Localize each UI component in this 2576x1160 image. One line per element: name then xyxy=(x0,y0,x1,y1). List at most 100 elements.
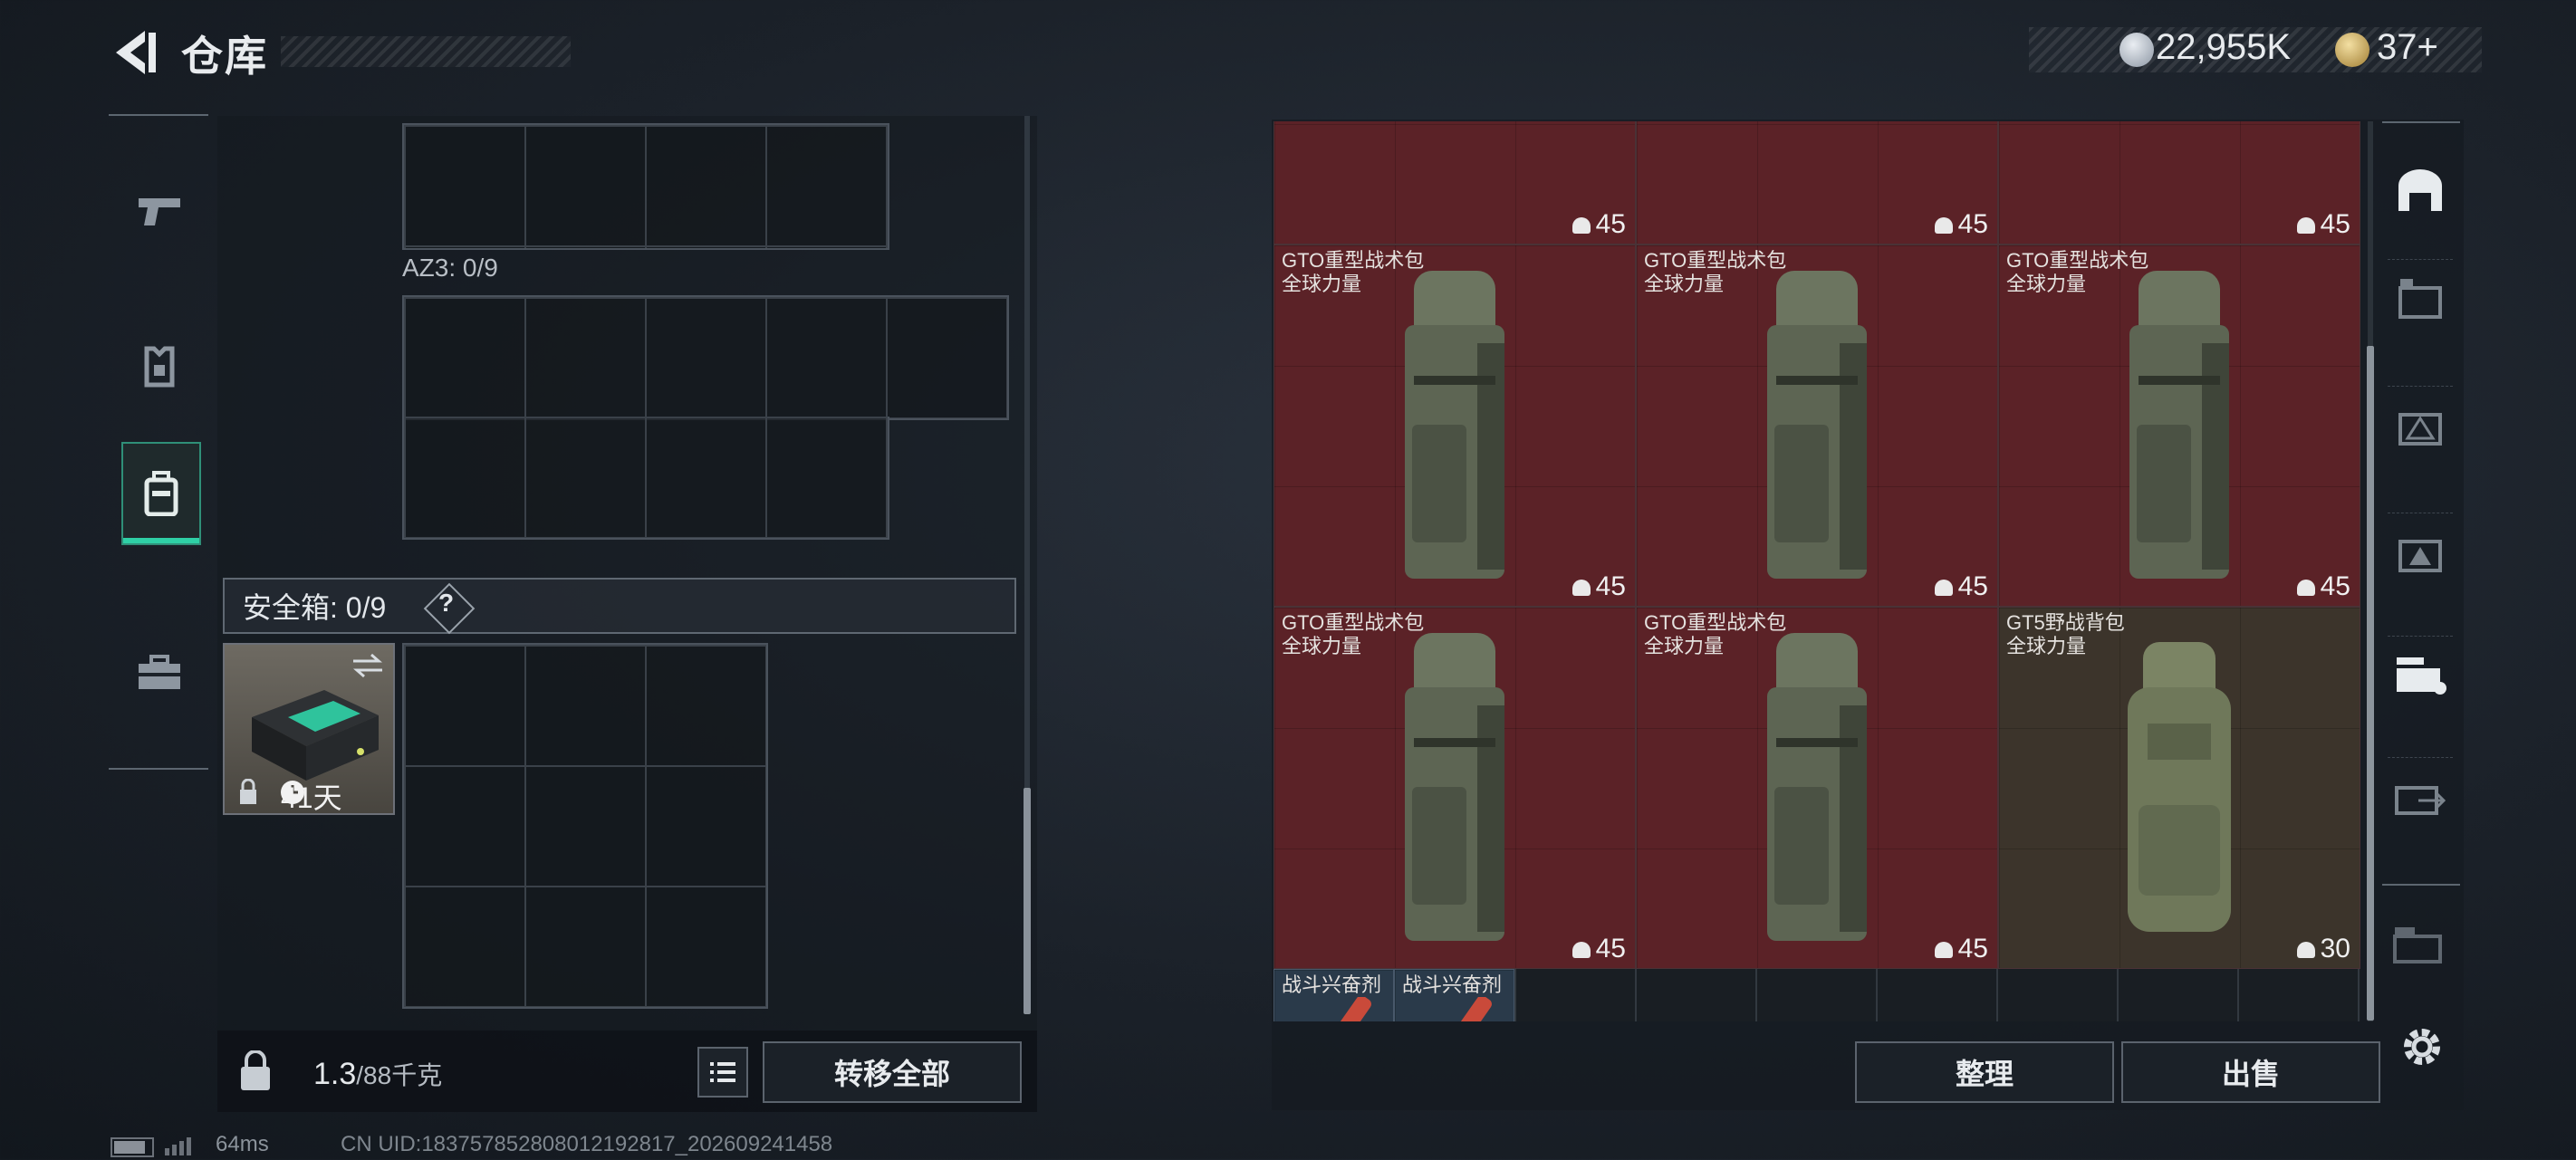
backpack-grid[interactable] xyxy=(402,123,889,250)
tab-storage-iv-2[interactable] xyxy=(2388,386,2453,463)
item-durability: 45 xyxy=(1934,571,1988,602)
tab-storage-locked[interactable] xyxy=(2388,920,2453,974)
item-name: GTO重型战术包 全球力量 xyxy=(1644,249,1787,295)
helmet-icon xyxy=(2296,217,2315,235)
stim-item[interactable]: 战斗兴奋剂 xyxy=(1274,969,1394,1021)
safe-box-label: 安全箱: 0/9 xyxy=(243,591,387,624)
tab-all[interactable] xyxy=(2388,152,2453,228)
item-name: GTO重型战术包 全球力量 xyxy=(2006,249,2149,295)
rail-weapons[interactable] xyxy=(121,161,197,261)
swap-icon xyxy=(353,653,382,678)
signal-icon xyxy=(163,1136,199,1155)
warehouse-item[interactable]: GTO重型战术包 全球力量 45 xyxy=(1636,244,1998,607)
title-decoration xyxy=(281,36,571,67)
helmet-icon xyxy=(1572,580,1591,597)
helmet-icon xyxy=(1572,217,1591,235)
currency-amount[interactable]: 22,955K xyxy=(2156,27,2291,68)
warehouse-item[interactable]: GT5野战背包 全球力量 30 xyxy=(1998,607,2360,969)
rail-armor[interactable] xyxy=(121,317,197,417)
warehouse-grid[interactable]: 45 45 45 GTO重型战术包 全球力量 45 GTO重型战术包 全球力量 45 xyxy=(1274,121,2360,1021)
az3-grid-top[interactable] xyxy=(402,295,1009,420)
field-backpack-icon xyxy=(2128,642,2231,932)
right-scroll-thumb[interactable] xyxy=(2367,346,2374,1021)
warehouse-item-partial[interactable]: 45 xyxy=(1274,121,1636,244)
helmet-icon xyxy=(1572,942,1591,959)
gear-icon xyxy=(2404,1029,2440,1065)
storage-arch-icon xyxy=(2398,169,2442,211)
item-name: 战斗兴奋剂 xyxy=(1402,973,1503,996)
storage-locked-icon xyxy=(2393,927,2442,963)
warehouse-item-partial[interactable]: 45 xyxy=(1998,121,2360,244)
helmet-icon xyxy=(1934,580,1953,597)
heavy-backpack-icon xyxy=(2129,271,2229,579)
ping-display: 64ms xyxy=(216,1132,269,1156)
lock-button[interactable] xyxy=(217,1031,293,1112)
item-durability: 45 xyxy=(1934,934,1988,964)
tab-storage-gti-active[interactable] xyxy=(2388,636,2453,713)
tab-storage-iv[interactable] xyxy=(2388,259,2453,336)
stim-item[interactable]: 战斗兴奋剂 xyxy=(1394,969,1514,1021)
item-name: GT5野战背包 全球力量 xyxy=(2006,611,2125,657)
item-durability: 45 xyxy=(2296,571,2350,602)
heavy-backpack-icon xyxy=(1767,271,1867,579)
backpack-icon xyxy=(144,471,178,516)
storage-box-icon xyxy=(2398,279,2442,319)
az3-label: AZ3: 0/9 xyxy=(402,254,498,282)
ticket-amount[interactable]: 37+ xyxy=(2377,27,2438,68)
storage-triangle-icon xyxy=(2398,413,2442,446)
sell-button[interactable]: 出售 xyxy=(2121,1041,2380,1103)
item-durability: 45 xyxy=(1572,934,1626,964)
item-name: GTO重型战术包 全球力量 xyxy=(1282,249,1425,295)
warehouse-item[interactable]: GTO重型战术包 全球力量 45 xyxy=(1274,244,1636,607)
left-scroll-thumb[interactable] xyxy=(1024,788,1031,1014)
tab-storage-gt[interactable] xyxy=(2388,513,2453,590)
storage-transfer-icon xyxy=(2395,786,2446,815)
warehouse-item-partial[interactable]: 45 xyxy=(1636,121,1998,244)
item-durability: 45 xyxy=(2296,209,2350,240)
rail-toolbox[interactable] xyxy=(121,623,197,723)
safe-box-grid[interactable] xyxy=(402,643,768,1009)
warehouse-item[interactable]: GTO重型战术包 全球力量 45 xyxy=(1998,244,2360,607)
item-name: GTO重型战术包 全球力量 xyxy=(1644,611,1787,657)
safe-box-days: 41天 xyxy=(281,781,342,814)
transfer-all-button[interactable]: 转移全部 xyxy=(763,1041,1022,1103)
coin-icon xyxy=(2119,33,2154,67)
az3-grid-bottom[interactable] xyxy=(402,417,889,540)
helmet-icon xyxy=(1934,217,1953,235)
help-icon[interactable]: ? xyxy=(438,589,454,618)
tab-storage-gti-2[interactable] xyxy=(2388,757,2453,834)
weight-display: 1.3/88千克 xyxy=(313,1056,442,1092)
item-name: GTO重型战术包 全球力量 xyxy=(1282,611,1425,657)
padlock-icon xyxy=(241,1050,270,1090)
warehouse-item[interactable]: GTO重型战术包 全球力量 45 xyxy=(1636,607,1998,969)
battery-level xyxy=(114,1141,145,1154)
heavy-backpack-icon xyxy=(1767,633,1867,941)
ticket-icon xyxy=(2335,33,2369,67)
helmet-icon xyxy=(2296,942,2315,959)
list-view-button[interactable] xyxy=(697,1047,748,1098)
toolbox-icon xyxy=(139,655,180,689)
item-durability: 45 xyxy=(1934,209,1988,240)
item-durability: 45 xyxy=(1572,571,1626,602)
sort-button[interactable]: 整理 xyxy=(1855,1041,2114,1103)
settings-button[interactable] xyxy=(2395,1020,2449,1074)
storage-gti-icon xyxy=(2397,657,2446,695)
item-name: 战斗兴奋剂 xyxy=(1282,973,1382,996)
back-button[interactable] xyxy=(109,27,163,78)
item-durability: 30 xyxy=(2296,934,2350,964)
vest-icon xyxy=(144,346,175,388)
stim-syringe-icon xyxy=(1321,997,1371,1021)
storage-gt-icon xyxy=(2398,540,2442,572)
weight-value: 1.3 xyxy=(313,1057,357,1091)
back-arrow-icon xyxy=(116,31,156,74)
weight-capacity: /88千克 xyxy=(356,1061,443,1089)
warehouse-item[interactable]: GTO重型战术包 全球力量 45 xyxy=(1274,607,1636,969)
rail-backpack[interactable] xyxy=(121,442,201,545)
category-rail xyxy=(109,114,208,770)
stim-syringe-icon xyxy=(1441,997,1492,1021)
warehouse-tab-rail xyxy=(2382,121,2460,886)
uid-display: CN UID:18375785280801219281​7_2026092414… xyxy=(341,1132,833,1156)
lock-icon xyxy=(240,779,256,804)
helmet-icon xyxy=(1934,942,1953,959)
heavy-backpack-icon xyxy=(1405,271,1504,579)
